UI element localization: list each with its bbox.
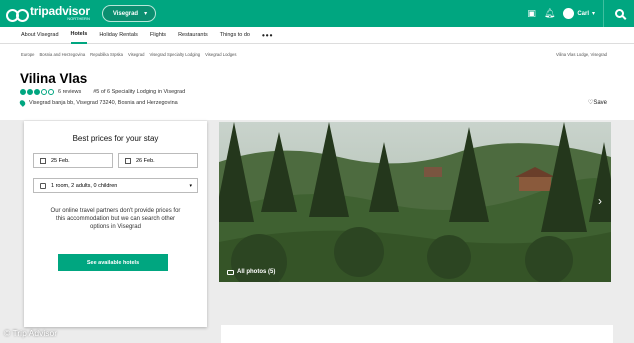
bell-icon[interactable]: 🔔︎ bbox=[544, 8, 555, 19]
owl-icon bbox=[6, 7, 29, 22]
breadcrumb-item[interactable]: Visegrad Specialty Lodging bbox=[149, 52, 200, 57]
all-photos-button[interactable]: All photos (5) bbox=[227, 269, 275, 275]
watermark: © Trip Advisor bbox=[4, 328, 58, 338]
rating-bubble-filled bbox=[20, 89, 26, 95]
review-count[interactable]: 6 reviews bbox=[58, 89, 81, 95]
guests-selector[interactable]: 1 room, 2 adults, 0 children ▾ bbox=[33, 178, 198, 193]
location-selector[interactable]: Visegrad ▾ bbox=[101, 5, 157, 22]
breadcrumb-item[interactable]: Visegrad Lodges bbox=[205, 52, 236, 57]
search-icon bbox=[614, 9, 624, 18]
all-photos-label: All photos (5) bbox=[237, 269, 276, 275]
main-nav: About Visegrad Hotels Holiday Rentals Fl… bbox=[0, 27, 634, 44]
suitcase-icon[interactable]: ▣ bbox=[527, 8, 536, 19]
calendar-icon bbox=[40, 157, 46, 164]
save-button[interactable]: ♡Save bbox=[588, 99, 607, 106]
content-panel bbox=[221, 325, 613, 343]
forest-photo-image bbox=[219, 122, 611, 282]
breadcrumb: Europe Bosnia and Herzegovina Republika … bbox=[21, 52, 241, 57]
hotel-photo[interactable]: All photos (5) › bbox=[219, 122, 611, 282]
rating-bubble-empty bbox=[41, 89, 47, 95]
hotel-header: Europe Bosnia and Herzegovina Republika … bbox=[0, 44, 634, 120]
nav-flights[interactable]: Flights bbox=[150, 27, 166, 44]
search-button[interactable] bbox=[604, 0, 634, 27]
breadcrumb-item[interactable]: Bosnia and Herzegovina bbox=[40, 52, 86, 57]
booking-card: Best prices for your stay 25 Feb. 26 Feb… bbox=[24, 121, 207, 327]
breadcrumb-current: Vilina Vlas Lodge, Visegrad bbox=[555, 52, 607, 57]
nav-about[interactable]: About Visegrad bbox=[21, 27, 59, 44]
page-title: Vilina Vlas bbox=[20, 71, 88, 86]
nav-holiday-rentals[interactable]: Holiday Rentals bbox=[99, 27, 138, 44]
calendar-icon bbox=[125, 157, 131, 164]
nav-things-to-do[interactable]: Things to do bbox=[220, 27, 250, 44]
rating-bubble-empty bbox=[48, 89, 54, 95]
nav-restaurants[interactable]: Restaurants bbox=[178, 27, 208, 44]
avatar[interactable] bbox=[563, 8, 575, 19]
guests-value: 1 room, 2 adults, 0 children bbox=[51, 182, 118, 189]
more-menu-icon[interactable]: ••• bbox=[262, 27, 273, 44]
checkin-value: 25 Feb. bbox=[51, 157, 70, 164]
nav-hotels[interactable]: Hotels bbox=[70, 27, 88, 44]
tripadvisor-logo[interactable]: tripadvisor NORTHERN bbox=[6, 4, 90, 22]
location-label: Visegrad bbox=[112, 10, 139, 17]
checkout-field[interactable]: 26 Feb. bbox=[118, 153, 198, 168]
map-pin-icon bbox=[18, 99, 27, 107]
camera-icon bbox=[227, 269, 234, 275]
ranking[interactable]: #5 of 6 Speciality Lodging in Visegrad bbox=[93, 89, 185, 95]
chevron-down-icon: ▾ bbox=[189, 182, 192, 189]
save-label: Save bbox=[593, 100, 607, 106]
address-text[interactable]: Visegrad banja bb, Visegrad 73240, Bosni… bbox=[29, 100, 178, 106]
chevron-down-icon: ▾ bbox=[144, 11, 148, 17]
chevron-down-icon[interactable]: ▾ bbox=[592, 10, 595, 17]
partners-message: Our online travel partners don't provide… bbox=[50, 208, 181, 230]
chevron-right-icon[interactable]: › bbox=[598, 194, 602, 208]
breadcrumb-item[interactable]: Europe bbox=[21, 52, 35, 57]
rating-bubble-filled bbox=[34, 89, 40, 95]
checkout-value: 26 Feb. bbox=[136, 157, 155, 164]
address: Visegrad banja bb, Visegrad 73240, Bosni… bbox=[18, 99, 178, 107]
user-name[interactable]: Carl bbox=[577, 11, 589, 17]
booking-title: Best prices for your stay bbox=[72, 134, 159, 143]
guests-icon bbox=[40, 182, 46, 189]
breadcrumb-item[interactable]: Visegrad bbox=[128, 52, 144, 57]
rating-row: 6 reviews #5 of 6 Speciality Lodging in … bbox=[20, 89, 185, 95]
logo-text: tripadvisor bbox=[30, 4, 90, 18]
breadcrumb-item[interactable]: Republika Srpska bbox=[90, 52, 123, 57]
rating-bubble-filled bbox=[27, 89, 33, 95]
checkin-field[interactable]: 25 Feb. bbox=[33, 153, 113, 168]
top-bar: tripadvisor NORTHERN Visegrad ▾ ▣ 🔔︎ Car… bbox=[0, 0, 634, 27]
see-hotels-button[interactable]: See available hotels bbox=[58, 254, 168, 271]
